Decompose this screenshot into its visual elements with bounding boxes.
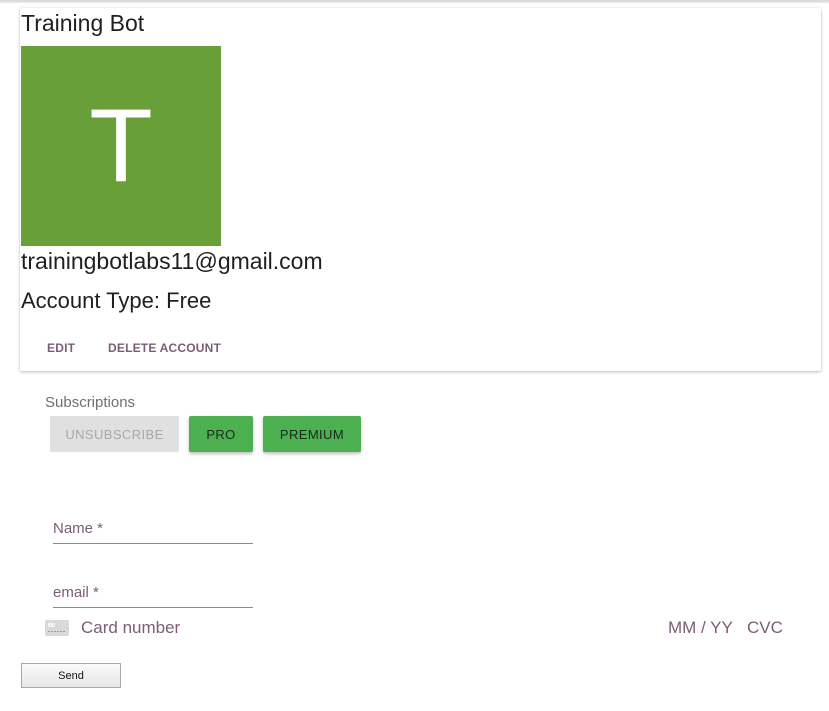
unsubscribe-button[interactable]: UNSUBSCRIBE bbox=[50, 416, 179, 452]
send-button[interactable]: Send bbox=[21, 663, 121, 688]
profile-card: Training Bot T trainingbotlabs11@gmail.c… bbox=[20, 8, 821, 371]
avatar: T bbox=[21, 46, 221, 246]
edit-button[interactable]: EDIT bbox=[41, 338, 81, 358]
pro-button[interactable]: PRO bbox=[189, 416, 253, 452]
credit-card-icon bbox=[45, 620, 69, 636]
profile-email: trainingbotlabs11@gmail.com bbox=[21, 248, 323, 274]
email-field[interactable]: email * bbox=[53, 584, 253, 608]
premium-button[interactable]: PREMIUM bbox=[263, 416, 361, 452]
profile-name: Training Bot bbox=[21, 10, 145, 36]
subscriptions-label: Subscriptions bbox=[45, 394, 136, 411]
avatar-letter: T bbox=[89, 87, 153, 204]
account-type: Account Type: Free bbox=[21, 288, 212, 313]
card-input-row[interactable]: Card number MM / YY CVC bbox=[45, 618, 786, 640]
expiry-input[interactable]: MM / YY bbox=[668, 618, 733, 638]
name-field-label: Name * bbox=[53, 520, 104, 537]
card-number-input[interactable]: Card number bbox=[81, 618, 180, 638]
delete-account-button[interactable]: DELETE ACCOUNT bbox=[102, 338, 227, 358]
cvc-input[interactable]: CVC bbox=[747, 618, 783, 638]
top-bar bbox=[0, 0, 829, 3]
email-field-label: email * bbox=[53, 584, 99, 601]
name-field[interactable]: Name * bbox=[53, 520, 253, 544]
